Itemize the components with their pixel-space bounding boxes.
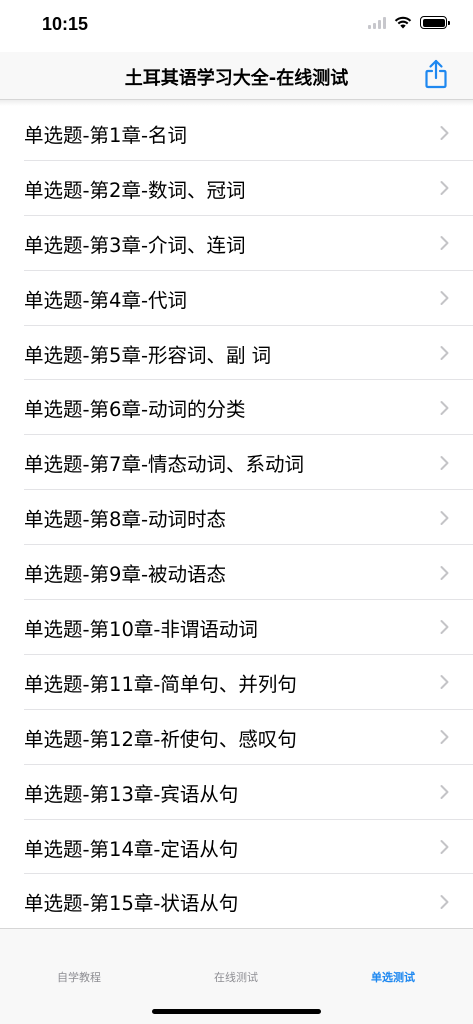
list-item[interactable]: 单选题-第13章-宾语从句 (0, 765, 473, 820)
chevron-right-icon (440, 400, 449, 415)
list-item[interactable]: 单选题-第8章-动词时态 (0, 490, 473, 546)
list-item-label: 单选题-第6章-动词的分类 (24, 398, 246, 422)
tab-self-study[interactable]: 自学教程 (19, 969, 139, 985)
chevron-right-icon (440, 455, 449, 470)
chevron-right-icon (440, 291, 449, 306)
list-item-label: 单选题-第12章-祈使句、感叹句 (24, 727, 297, 751)
list-item-label: 单选题-第11章-简单句、并列句 (24, 672, 297, 696)
chevron-right-icon (440, 346, 449, 360)
chevron-right-icon (440, 620, 449, 635)
share-button[interactable] (423, 58, 449, 90)
tab-bar: 自学教程 在线测试 单选测试 (0, 928, 473, 1024)
home-indicator[interactable] (152, 1009, 321, 1014)
tab-single-choice[interactable]: 单选测试 (333, 969, 453, 985)
status-icons (368, 16, 450, 29)
page-title: 土耳其语学习大全-在线测试 (124, 68, 349, 89)
battery-icon (420, 16, 450, 29)
wifi-icon (394, 16, 412, 29)
list-item-label: 单选题-第9章-被动语态 (24, 563, 226, 587)
list-item-label: 单选题-第4章-代词 (24, 288, 187, 312)
screen: 10:15 土耳其语学习大全-在线测试 单选题-第1章-名词 单选题-第2章-数… (0, 0, 473, 1024)
list-item-label: 单选题-第7章-情态动词、系动词 (24, 453, 304, 477)
list-item-label: 单选题-第1章-名词 (24, 123, 187, 147)
list-item-label: 单选题-第14章-定语从句 (24, 837, 239, 861)
share-icon (425, 59, 447, 89)
list-item[interactable]: 单选题-第5章-形容词、副 词 (0, 326, 473, 381)
chevron-right-icon (440, 126, 449, 141)
list-item[interactable]: 单选题-第14章-定语从句 (0, 820, 473, 875)
list-item-label: 单选题-第2章-数词、冠词 (24, 178, 246, 202)
chevron-right-icon (440, 181, 449, 196)
list-item-label: 单选题-第5章-形容词、副 词 (24, 343, 272, 367)
tab-online-test[interactable]: 在线测试 (176, 969, 296, 985)
list-item[interactable]: 单选题-第9章-被动语态 (0, 545, 473, 600)
list-item-label: 单选题-第3章-介词、连词 (24, 233, 246, 257)
list-item[interactable]: 单选题-第11章-简单句、并列句 (0, 655, 473, 710)
list-item[interactable]: 单选题-第7章-情态动词、系动词 (0, 435, 473, 491)
list-item-label: 单选题-第8章-动词时态 (24, 508, 226, 532)
chapter-list: 单选题-第1章-名词 单选题-第2章-数词、冠词 单选题-第3章-介词、连词 单选题-… (0, 106, 473, 929)
chevron-right-icon (440, 565, 449, 580)
navigation-bar: 土耳其语学习大全-在线测试 (0, 52, 473, 100)
list-item-label: 单选题-第13章-宾语从句 (24, 782, 239, 806)
list-item[interactable]: 单选题-第1章-名词 (0, 106, 473, 161)
chevron-right-icon (440, 785, 449, 800)
list-item[interactable]: 单选题-第2章-数词、冠词 (0, 161, 473, 216)
list-item-label: 单选题-第10章-非谓语动词 (24, 617, 258, 641)
chevron-right-icon (440, 510, 449, 525)
list-item-label: 单选题-第15章-状语从句 (24, 892, 239, 916)
status-bar: 10:15 (0, 0, 473, 52)
signal-icon (368, 16, 386, 29)
status-time: 10:15 (42, 14, 89, 34)
chevron-right-icon (440, 730, 449, 745)
chevron-right-icon (440, 840, 449, 855)
list-item[interactable]: 单选题-第12章-祈使句、感叹句 (0, 710, 473, 765)
chevron-right-icon (440, 675, 449, 690)
list-item[interactable]: 单选题-第3章-介词、连词 (0, 216, 473, 271)
list-item[interactable]: 单选题-第4章-代词 (0, 271, 473, 326)
chevron-right-icon (440, 236, 449, 251)
list-item[interactable]: 单选题-第15章-状语从句 (0, 874, 473, 929)
list-item[interactable]: 单选题-第6章-动词的分类 (0, 380, 473, 436)
chevron-right-icon (440, 894, 449, 909)
list-item[interactable]: 单选题-第10章-非谓语动词 (0, 600, 473, 655)
